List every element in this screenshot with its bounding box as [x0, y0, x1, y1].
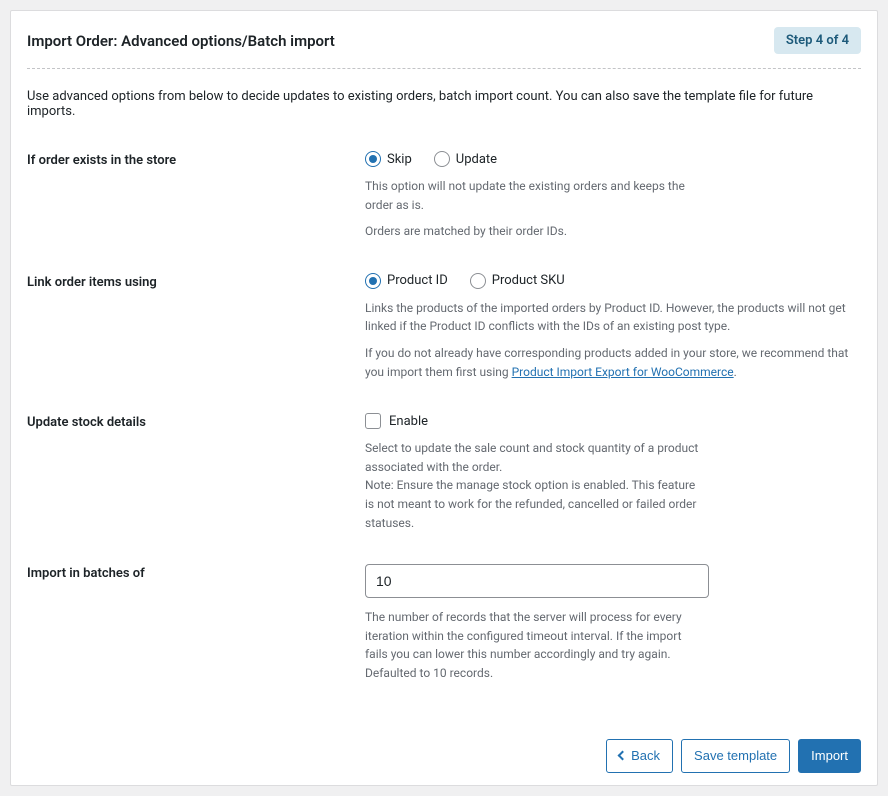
- order-exists-help2: Orders are matched by their order IDs.: [365, 222, 705, 241]
- order-exists-radio-group: Skip Update: [365, 151, 861, 167]
- radio-skip-indicator: [365, 151, 381, 167]
- batch-control: The number of records that the server wi…: [365, 564, 861, 682]
- page-title: Import Order: Advanced options/Batch imp…: [27, 32, 335, 50]
- radio-product-id[interactable]: Product ID: [365, 273, 448, 289]
- radio-product-sku-indicator: [470, 273, 486, 289]
- back-button-label: Back: [631, 746, 660, 767]
- card-header: Import Order: Advanced options/Batch imp…: [27, 27, 861, 69]
- stock-enable-checkbox[interactable]: [365, 413, 381, 429]
- batch-label: Import in batches of: [27, 564, 365, 581]
- link-items-label: Link order items using: [27, 273, 365, 290]
- radio-update-indicator: [434, 151, 450, 167]
- save-template-button[interactable]: Save template: [681, 739, 790, 774]
- radio-skip[interactable]: Skip: [365, 151, 412, 167]
- radio-product-sku-label: Product SKU: [492, 273, 565, 288]
- link-items-help1: Links the products of the imported order…: [365, 299, 861, 336]
- radio-skip-label: Skip: [387, 152, 412, 167]
- link-items-radio-group: Product ID Product SKU: [365, 273, 861, 289]
- order-exists-help1: This option will not update the existing…: [365, 177, 705, 214]
- field-batch: Import in batches of The number of recor…: [27, 564, 861, 682]
- step-badge: Step 4 of 4: [774, 27, 861, 54]
- field-link-items: Link order items using Product ID Produc…: [27, 273, 861, 381]
- radio-product-id-indicator: [365, 273, 381, 289]
- product-import-export-link[interactable]: Product Import Export for WooCommerce: [512, 365, 734, 379]
- radio-update-label: Update: [456, 152, 497, 167]
- order-exists-control: Skip Update This option will not update …: [365, 151, 861, 241]
- radio-product-id-label: Product ID: [387, 273, 448, 288]
- field-stock-details: Update stock details Enable Select to up…: [27, 413, 861, 532]
- stock-details-help: Select to update the sale count and stoc…: [365, 439, 705, 532]
- footer-actions: Back Save template Import: [27, 715, 861, 774]
- link-items-help2: If you do not already have corresponding…: [365, 344, 861, 381]
- page-description: Use advanced options from below to decid…: [27, 89, 861, 119]
- stock-details-control: Enable Select to update the sale count a…: [365, 413, 861, 532]
- stock-enable-checkbox-row: Enable: [365, 413, 861, 429]
- batch-input[interactable]: [365, 564, 709, 598]
- link-items-control: Product ID Product SKU Links the product…: [365, 273, 861, 381]
- stock-details-label: Update stock details: [27, 413, 365, 430]
- order-exists-label: If order exists in the store: [27, 151, 365, 168]
- chevron-left-icon: [618, 751, 628, 761]
- batch-help: The number of records that the server wi…: [365, 608, 705, 682]
- field-order-exists: If order exists in the store Skip Update…: [27, 151, 861, 241]
- import-order-card: Import Order: Advanced options/Batch imp…: [10, 10, 878, 786]
- import-button[interactable]: Import: [798, 739, 861, 774]
- back-button[interactable]: Back: [606, 739, 673, 774]
- radio-update[interactable]: Update: [434, 151, 497, 167]
- stock-enable-label: Enable: [389, 414, 428, 429]
- link-items-help2-suffix: .: [734, 365, 737, 379]
- radio-product-sku[interactable]: Product SKU: [470, 273, 565, 289]
